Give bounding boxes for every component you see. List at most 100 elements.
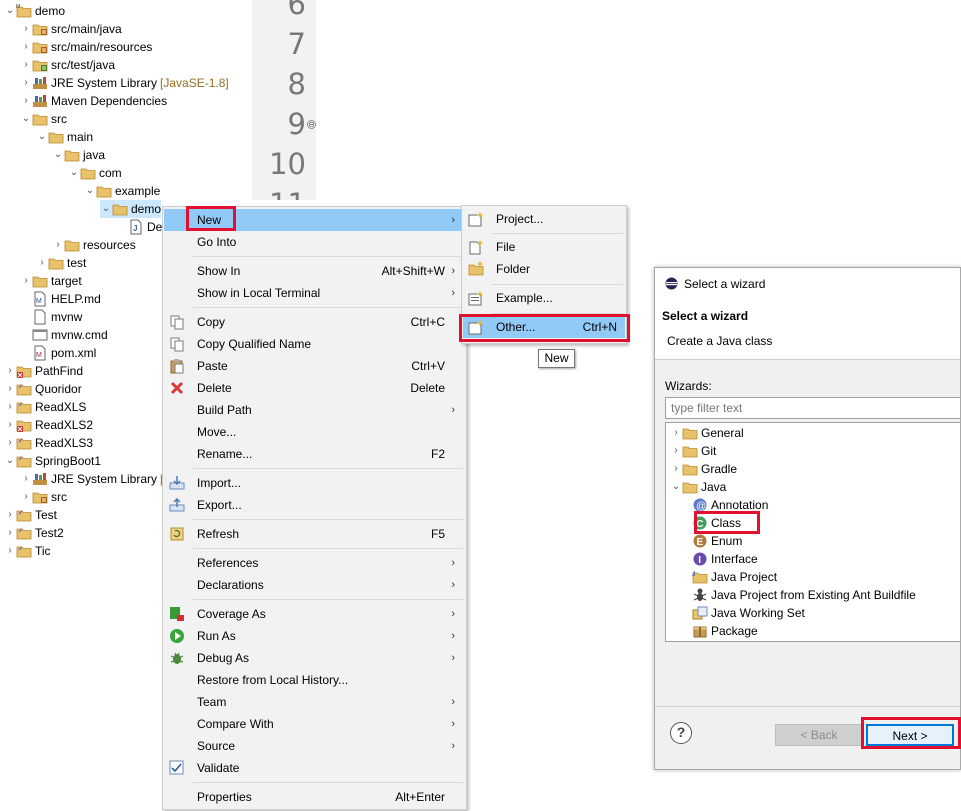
menu-item-source[interactable]: Source › xyxy=(164,735,465,757)
tree-item[interactable]: ⌄ Mdemo xyxy=(4,2,65,20)
menu-item-show-in[interactable]: Show In Alt+Shift+W › xyxy=(164,260,465,282)
tree-item[interactable]: J De xyxy=(116,218,162,236)
wizard-tree-item[interactable]: › General xyxy=(670,424,743,442)
fold-collapse-icon[interactable]: ⊖ xyxy=(307,120,316,129)
expand-arrow-icon[interactable]: ⌄ xyxy=(68,164,80,182)
expand-arrow-icon[interactable]: ⌄ xyxy=(670,478,682,496)
wizard-tree-item[interactable]: @ Annotation xyxy=(692,496,768,514)
menu-item-delete[interactable]: Delete Delete xyxy=(164,377,465,399)
collapse-arrow-icon[interactable]: › xyxy=(670,424,682,442)
collapse-arrow-icon[interactable]: › xyxy=(670,442,682,460)
tree-item[interactable]: › ReadXLS3 xyxy=(4,434,93,452)
menu-item-rename[interactable]: Rename... F2 xyxy=(164,443,465,465)
tree-item[interactable]: › PathFind xyxy=(4,362,83,380)
tree-item[interactable]: ›JRE System Library[J xyxy=(20,470,169,488)
tree-item[interactable]: › Tic xyxy=(4,542,50,560)
wizard-tree-item[interactable]: › Gradle xyxy=(670,460,737,478)
tree-item[interactable]: M HELP.md xyxy=(20,290,101,308)
collapse-arrow-icon[interactable]: › xyxy=(20,38,32,56)
expand-arrow-icon[interactable]: ⌄ xyxy=(4,452,16,470)
collapse-arrow-icon[interactable]: › xyxy=(670,460,682,478)
tree-item[interactable]: ⌄ demo xyxy=(100,200,162,218)
menu-item-compare-with[interactable]: Compare With › xyxy=(164,713,465,735)
collapse-arrow-icon[interactable]: › xyxy=(4,362,16,380)
menu-item-build-path[interactable]: Build Path › xyxy=(164,399,465,421)
wizard-tree-item[interactable]: I Interface xyxy=(692,550,758,568)
collapse-arrow-icon[interactable]: › xyxy=(36,254,48,272)
wizard-tree[interactable]: › General › Git › Gradle ⌄ Java @ Annotation C Clas… xyxy=(665,422,960,642)
tree-item[interactable]: mvnw.cmd xyxy=(20,326,108,344)
menu-item-new[interactable]: New › xyxy=(164,209,465,231)
menu-item-export[interactable]: Export... xyxy=(164,494,465,516)
wizard-filter-input[interactable] xyxy=(665,397,960,419)
wizard-tree-item[interactable]: C Class xyxy=(692,514,741,532)
collapse-arrow-icon[interactable]: › xyxy=(20,272,32,290)
menu-item-restore-from-local-history[interactable]: Restore from Local History... xyxy=(164,669,465,691)
tree-item[interactable]: › src/test/java xyxy=(20,56,115,74)
expand-arrow-icon[interactable]: ⌄ xyxy=(4,2,16,20)
tree-item[interactable]: › Quoridor xyxy=(4,380,81,398)
submenu-item-example[interactable]: Example... xyxy=(463,287,625,309)
tree-item[interactable]: › src xyxy=(20,488,67,506)
wizard-tree-item[interactable]: Package xyxy=(692,622,758,640)
collapse-arrow-icon[interactable]: › xyxy=(4,416,16,434)
menu-item-paste[interactable]: Paste Ctrl+V xyxy=(164,355,465,377)
expand-arrow-icon[interactable]: ⌄ xyxy=(100,200,112,218)
next-button[interactable]: Next > xyxy=(866,724,954,746)
tree-item[interactable]: › JRE System Library [JavaSE-1.8] xyxy=(20,74,228,92)
collapse-arrow-icon[interactable]: › xyxy=(20,74,32,92)
tree-item[interactable]: › src/main/resources xyxy=(20,38,152,56)
menu-item-refresh[interactable]: Refresh F5 xyxy=(164,523,465,545)
menu-item-debug-as[interactable]: Debug As › xyxy=(164,647,465,669)
expand-arrow-icon[interactable]: ⌄ xyxy=(84,182,96,200)
collapse-arrow-icon[interactable]: › xyxy=(4,398,16,416)
menu-item-properties[interactable]: Properties Alt+Enter xyxy=(164,786,465,808)
collapse-arrow-icon[interactable]: › xyxy=(20,488,32,506)
collapse-arrow-icon[interactable]: › xyxy=(4,542,16,560)
tree-item[interactable]: ⌄ example xyxy=(84,182,161,200)
wizard-tree-item[interactable]: ⌄ Java xyxy=(670,478,727,496)
menu-item-validate[interactable]: Validate xyxy=(164,757,465,779)
tree-item[interactable]: › resources xyxy=(52,236,135,254)
tree-item[interactable]: ⌄ java xyxy=(52,146,105,164)
tree-item[interactable]: › ReadXLS2 xyxy=(4,416,93,434)
tree-item[interactable]: › Maven Dependencies xyxy=(20,92,167,110)
wizard-tree-item[interactable]: Java Working Set xyxy=(692,604,805,622)
menu-item-copy-qualified-name[interactable]: Copy Qualified Name xyxy=(164,333,465,355)
tree-item[interactable]: ⌄ main xyxy=(36,128,93,146)
expand-arrow-icon[interactable]: ⌄ xyxy=(20,110,32,128)
tree-item[interactable]: ⌄ SpringBoot1 xyxy=(4,452,101,470)
collapse-arrow-icon[interactable]: › xyxy=(20,92,32,110)
collapse-arrow-icon[interactable]: › xyxy=(4,506,16,524)
tree-item[interactable]: › target xyxy=(20,272,81,290)
tree-item[interactable]: › Test xyxy=(4,506,57,524)
back-button[interactable]: < Back xyxy=(775,724,863,746)
collapse-arrow-icon[interactable]: › xyxy=(52,236,64,254)
collapse-arrow-icon[interactable]: › xyxy=(20,470,32,488)
menu-item-declarations[interactable]: Declarations › xyxy=(164,574,465,596)
tree-item[interactable]: Mpom.xml xyxy=(20,344,96,362)
wizard-tree-item[interactable]: › Git xyxy=(670,442,716,460)
menu-item-show-in-local-terminal[interactable]: Show in Local Terminal › xyxy=(164,282,465,304)
submenu-item-project[interactable]: Project... xyxy=(463,208,625,230)
menu-item-go-into[interactable]: Go Into xyxy=(164,231,465,253)
menu-item-coverage-as[interactable]: Coverage As › xyxy=(164,603,465,625)
tree-item[interactable]: › ReadXLS xyxy=(4,398,86,416)
tree-item[interactable]: mvnw xyxy=(20,308,82,326)
menu-item-run-as[interactable]: Run As › xyxy=(164,625,465,647)
tree-item[interactable]: › Test2 xyxy=(4,524,63,542)
collapse-arrow-icon[interactable]: › xyxy=(4,434,16,452)
wizard-tree-item[interactable]: E Enum xyxy=(692,532,742,550)
collapse-arrow-icon[interactable]: › xyxy=(4,524,16,542)
help-button[interactable]: ? xyxy=(670,722,692,744)
collapse-arrow-icon[interactable]: › xyxy=(20,56,32,74)
tree-item[interactable]: › src/main/java xyxy=(20,20,121,38)
expand-arrow-icon[interactable]: ⌄ xyxy=(52,146,64,164)
wizard-tree-item[interactable]: J Java Project xyxy=(692,568,777,586)
collapse-arrow-icon[interactable]: › xyxy=(4,380,16,398)
tree-item[interactable]: ⌄ com xyxy=(68,164,122,182)
submenu-item-folder[interactable]: Folder xyxy=(463,258,625,280)
code-editor[interactable] xyxy=(316,0,961,206)
menu-item-copy[interactable]: Copy Ctrl+C xyxy=(164,311,465,333)
menu-item-team[interactable]: Team › xyxy=(164,691,465,713)
